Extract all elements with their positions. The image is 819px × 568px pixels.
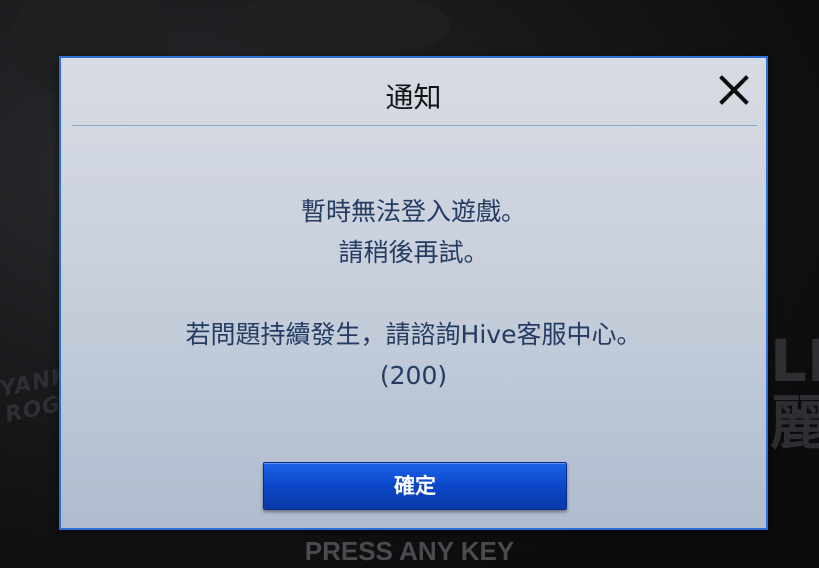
message-line-1: 暫時無法登入遊戲。 (300, 197, 526, 226)
notice-dialog: 通知 暫時無法登入遊戲。 請稍後再試。 若問題持續發生，請諮詢Hive客服中心。… (59, 56, 768, 530)
press-any-key-prompt[interactable]: PRESS ANY KEY (0, 536, 819, 567)
close-icon (719, 75, 749, 105)
dialog-title: 通知 (385, 81, 442, 114)
background-art-text-right: LE麗 (770, 327, 819, 457)
dialog-message: 暫時無法登入遊戲。 請稍後再試。 若問題持續發生，請諮詢Hive客服中心。 (2… (61, 191, 766, 396)
message-line-2: 請稍後再試。 (338, 238, 489, 267)
title-divider (72, 125, 757, 126)
message-spacer (61, 273, 766, 314)
error-code: (200) (379, 361, 448, 390)
background-figure-top (230, 0, 450, 60)
close-button[interactable] (714, 70, 754, 110)
message-line-3: 若問題持續發生，請諮詢Hive客服中心。 (185, 320, 642, 349)
confirm-button[interactable]: 確定 (263, 462, 567, 510)
